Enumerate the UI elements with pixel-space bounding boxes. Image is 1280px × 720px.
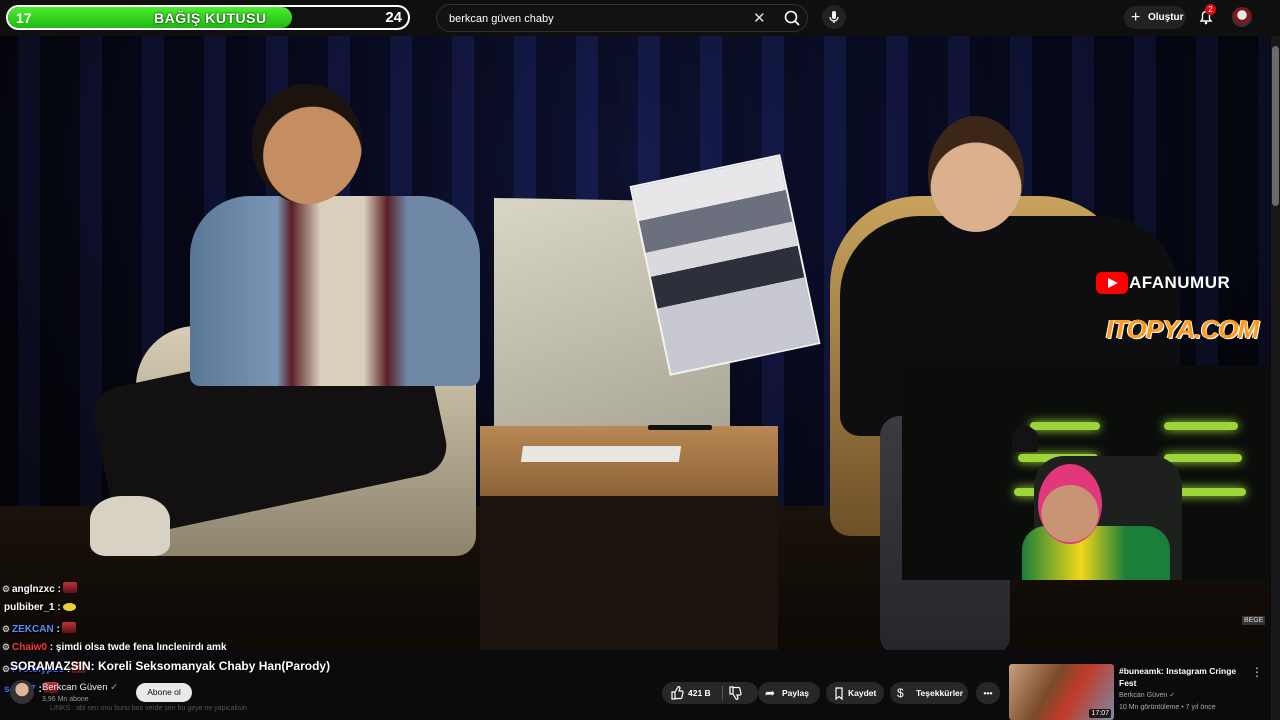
chat-username: pulbiber_1 <box>4 602 55 613</box>
youtube-logo-icon <box>1096 272 1128 294</box>
page-scrollbar[interactable] <box>1271 36 1280 720</box>
mod-badge-icon: ⚙ <box>2 584 11 594</box>
video-duration: 17:07 <box>1089 709 1111 718</box>
search-box: ✕ <box>436 4 808 32</box>
scrollbar-thumb[interactable] <box>1272 46 1279 206</box>
like-button[interactable] <box>670 682 684 711</box>
table-front <box>480 496 778 650</box>
emote-icon <box>62 582 77 593</box>
thumbs-down-icon <box>729 686 742 700</box>
donation-progress-bar: 17 BAĞIŞ KUTUSU 24 <box>6 5 410 30</box>
paper-sheet <box>520 446 682 462</box>
notifications-button[interactable]: 2 <box>1196 4 1216 27</box>
recommended-title[interactable]: #buneamk: Instagram Cringe Fest <box>1119 665 1245 689</box>
recommended-channel: Berkcan Güven ✓ <box>1119 692 1176 699</box>
video-title: SORAMAZSIN: Koreli Seksomanyak Chaby Han… <box>10 659 331 673</box>
chat-message: ⚙ anglnzxc : <box>2 582 77 598</box>
voice-search-button[interactable] <box>822 5 846 29</box>
more-actions-button[interactable]: ••• <box>976 682 1000 704</box>
mod-badge-icon: ⚙ <box>2 642 11 652</box>
streamer-shirt <box>1022 526 1170 580</box>
thanks-button[interactable]: $ Teşekkürler <box>890 682 968 704</box>
streamer-webcam <box>902 366 1278 580</box>
share-label: Paylaş <box>782 688 809 698</box>
mic-icon <box>829 11 839 23</box>
emote-icon <box>61 622 76 633</box>
donation-goal-value: 24 <box>385 9 402 26</box>
emote-icon <box>62 603 76 611</box>
chat-username: anglnzxc <box>12 584 55 595</box>
streamer-head <box>1038 464 1102 544</box>
chat-text: : <box>54 602 61 613</box>
share-icon: ➦ <box>765 686 776 700</box>
like-dislike-group: 421 B <box>662 682 758 704</box>
mod-badge-icon: ⚙ <box>2 624 11 634</box>
bookmark-icon <box>833 682 845 711</box>
thanks-label: Teşekkürler <box>916 688 964 698</box>
description-peek: LINKS : abi sen onu bunu bos verde sen b… <box>50 705 251 712</box>
super-thanks-icon: $ <box>897 686 904 700</box>
plus-icon: + <box>1131 9 1141 26</box>
chat-message: pulbiber_1 : <box>2 602 76 618</box>
subscribe-button[interactable]: Abone ol <box>136 683 192 702</box>
donation-start-value: 17 <box>16 10 32 26</box>
search-input[interactable] <box>447 8 751 30</box>
corner-tag: BEGE <box>1242 616 1266 625</box>
channel-avatar[interactable] <box>10 680 34 704</box>
share-button[interactable]: ➦ Paylaş <box>758 682 820 704</box>
chat-text: : <box>53 624 60 635</box>
recommended-meta: 10 Mn görüntüleme • 7 yıl önce <box>1119 704 1216 711</box>
thumbs-up-icon <box>671 686 684 700</box>
search-icon <box>784 10 800 26</box>
save-button[interactable]: Kaydet <box>826 682 884 704</box>
account-avatar[interactable] <box>1232 7 1252 27</box>
chat-text: : <box>54 584 61 595</box>
search-button[interactable] <box>777 5 807 31</box>
channel-watermark-text: AFANUMUR <box>1129 273 1231 292</box>
subscriber-count: 3,96 Mn abone <box>42 696 89 703</box>
chat-username: ZEKCAN <box>12 624 54 635</box>
recommended-thumbnail[interactable]: 17:07 <box>1009 664 1114 720</box>
like-count: 421 B <box>688 688 711 698</box>
lamp <box>1012 426 1038 452</box>
donation-label: BAĞIŞ KUTUSU <box>154 10 267 26</box>
left-host <box>88 84 480 616</box>
like-separator <box>722 686 723 700</box>
sponsor-watermark: ITOPYA.COM <box>1106 314 1259 344</box>
chat-username: Chaiw0 <box>12 642 48 653</box>
verified-icon: ✓ <box>1169 692 1176 699</box>
verified-icon: ✓ <box>110 682 119 693</box>
recommended-menu-icon[interactable]: ⋮ <box>1251 665 1263 679</box>
chat-text: : <box>35 684 42 695</box>
create-button[interactable]: + Oluştur <box>1124 6 1186 29</box>
clear-search-icon[interactable]: ✕ <box>753 9 766 27</box>
chat-message: ⚙ Chaiw0 : şimdi olsa twde fena lınclenir… <box>2 642 227 658</box>
chat-message: ⚙ ZEKCAN : <box>2 622 76 638</box>
create-label: Oluştur <box>1148 12 1184 23</box>
chat-text: : şimdi olsa twde fena lınclenirdı amk <box>47 642 227 653</box>
dislike-button[interactable] <box>728 682 742 711</box>
save-label: Kaydet <box>848 688 877 698</box>
notification-count-badge: 2 <box>1205 4 1216 15</box>
channel-name[interactable]: Berkcan Güven ✓ <box>42 682 118 693</box>
pen <box>648 425 712 430</box>
